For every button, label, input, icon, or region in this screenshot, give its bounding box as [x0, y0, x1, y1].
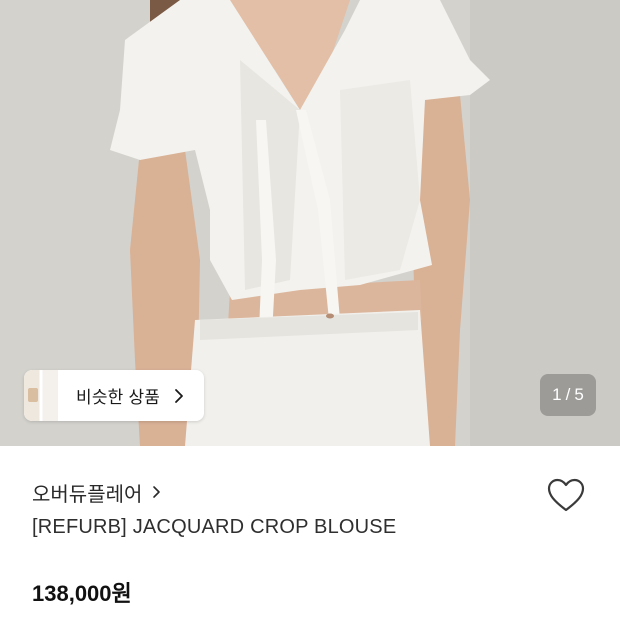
brand-name: 오버듀플레어: [32, 483, 143, 506]
image-counter-total: 5: [574, 385, 584, 404]
chevron-right-icon: [152, 484, 164, 500]
image-counter: 1 / 5: [540, 374, 596, 416]
heart-outline-icon[interactable]: [546, 476, 586, 516]
product-title: [REFURB] JACQUARD CROP BLOUSE: [32, 516, 397, 538]
similar-products-label: 비슷한 상품: [76, 388, 161, 407]
product-price: 138,000원: [32, 581, 132, 606]
chevron-right-icon: [174, 388, 190, 404]
similar-products-thumbnail: [24, 370, 58, 421]
similar-products-button[interactable]: 비슷한 상품: [24, 370, 204, 421]
image-counter-current: 1: [552, 385, 562, 404]
brand-link[interactable]: 오버듀플레어: [32, 478, 164, 506]
image-counter-separator: /: [565, 385, 571, 404]
